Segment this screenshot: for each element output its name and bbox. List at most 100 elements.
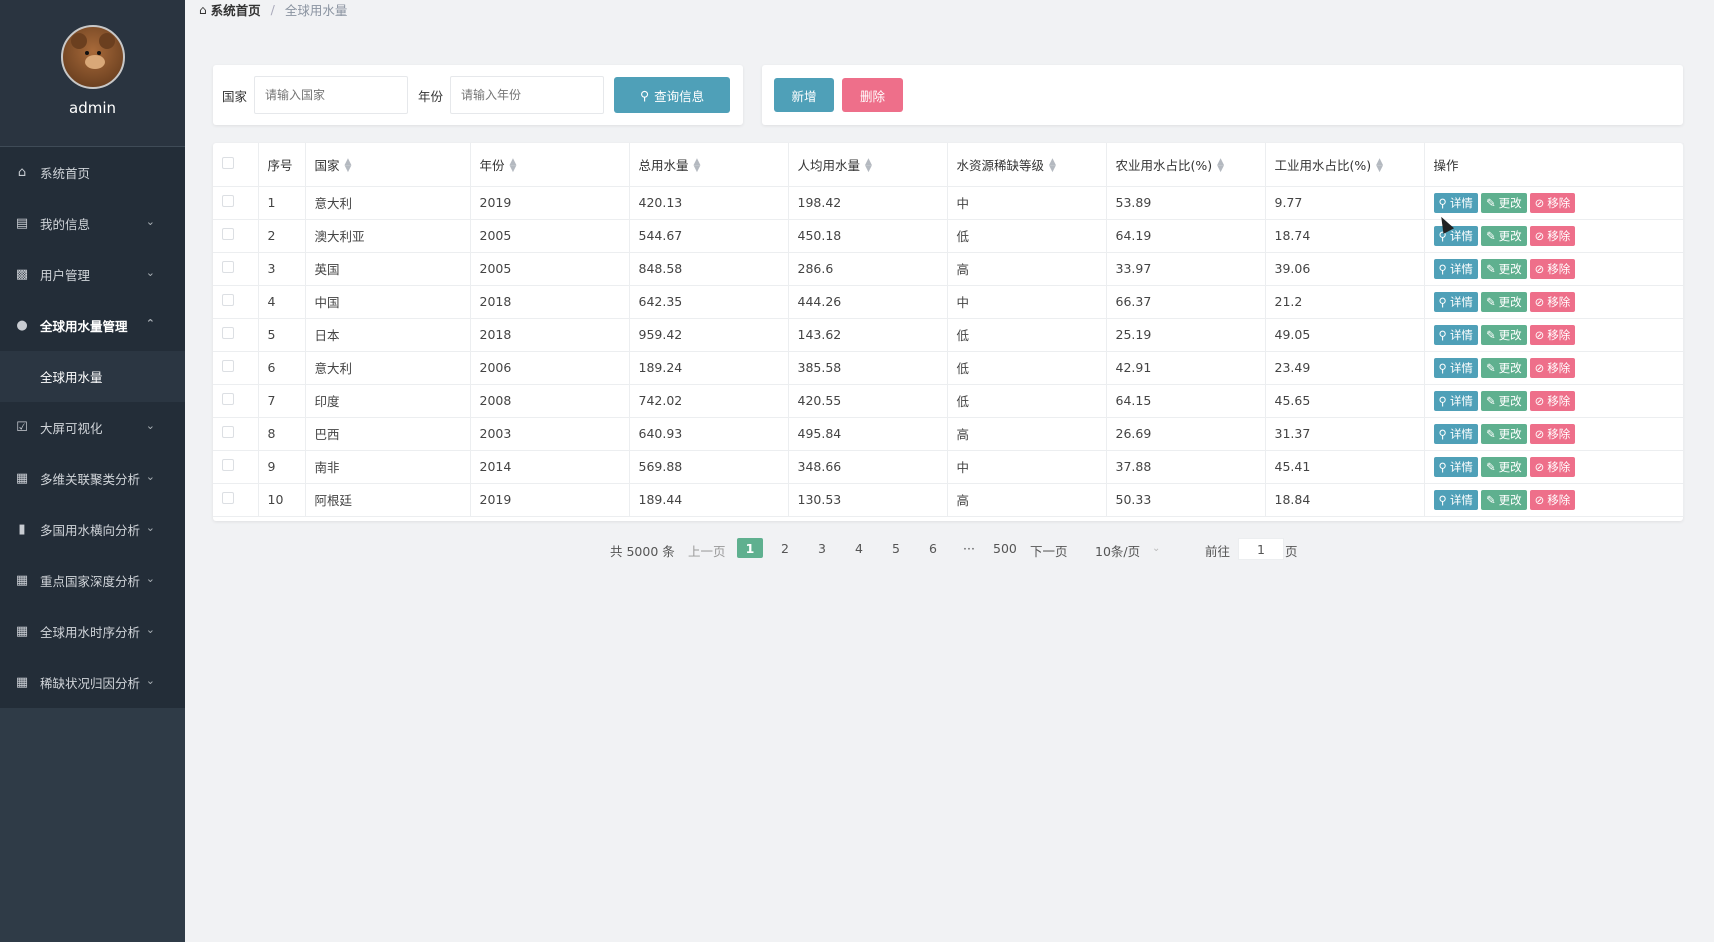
edit-button[interactable]: ✎ 更改 bbox=[1480, 390, 1527, 411]
select-all-cell bbox=[213, 143, 259, 187]
page-6-button[interactable]: 6 bbox=[929, 541, 937, 556]
row-checkbox[interactable] bbox=[222, 459, 234, 471]
detail-button[interactable]: ⚲ 详情 bbox=[1433, 423, 1478, 444]
edit-button[interactable]: ✎ 更改 bbox=[1480, 324, 1527, 345]
sidebar-item[interactable]: ▤ 我的信息 ⌄ bbox=[0, 198, 185, 249]
edit-button[interactable]: ✎ 更改 bbox=[1480, 357, 1527, 378]
edit-button[interactable]: ✎ 更改 bbox=[1480, 423, 1527, 444]
remove-button[interactable]: ⊘ 移除 bbox=[1529, 192, 1576, 213]
sidebar-item[interactable]: ▦ 多维关联聚类分析 ⌄ bbox=[0, 453, 185, 504]
edit-button[interactable]: ✎ 更改 bbox=[1480, 291, 1527, 312]
sidebar-subitem[interactable]: 全球用水量 bbox=[0, 351, 185, 402]
detail-button[interactable]: ⚲ 详情 bbox=[1433, 456, 1478, 477]
table-cell: 高 bbox=[947, 483, 1107, 517]
table-cell: 25.19 bbox=[1106, 318, 1266, 352]
delete-button[interactable]: 删除 bbox=[842, 78, 903, 112]
remove-button[interactable]: ⊘ 移除 bbox=[1529, 225, 1576, 246]
edit-button[interactable]: ✎ 更改 bbox=[1480, 456, 1527, 477]
detail-button[interactable]: ⚲ 详情 bbox=[1433, 192, 1478, 213]
table-cell: 英国 bbox=[305, 252, 471, 286]
column-header-label: 国家 bbox=[314, 157, 340, 173]
sort-icon[interactable]: ▲ ▼ bbox=[1376, 158, 1383, 174]
detail-button[interactable]: ⚲ 详情 bbox=[1433, 258, 1478, 279]
avatar[interactable] bbox=[60, 25, 125, 89]
table-row: 1 意大利 2019 420.13 198.42 中 53.89 9.77 ⚲ 详情 ✎ 更改 ⊘ 移除 bbox=[213, 186, 1684, 220]
grid-icon: ▦ bbox=[15, 624, 29, 639]
breadcrumb-home[interactable]: 系统首页 bbox=[211, 0, 261, 19]
remove-button[interactable]: ⊘ 移除 bbox=[1529, 489, 1576, 510]
search-button[interactable]: ⚲ 查询信息 bbox=[614, 77, 731, 113]
sidebar-item[interactable]: ▦ 全球用水时序分析 ⌄ bbox=[0, 606, 185, 657]
sort-icon[interactable]: ▲ ▼ bbox=[1049, 158, 1056, 174]
column-header[interactable]: 国家 ▲ ▼ bbox=[305, 143, 471, 187]
sort-icon[interactable]: ▲ ▼ bbox=[694, 158, 701, 174]
page-size-select[interactable]: 10条/页 bbox=[1095, 541, 1140, 560]
edit-button[interactable]: ✎ 更改 bbox=[1480, 258, 1527, 279]
column-header[interactable]: 水资源稀缺等级 ▲ ▼ bbox=[947, 143, 1107, 187]
breadcrumb-separator: / bbox=[270, 2, 275, 17]
column-header[interactable]: 农业用水占比(%) ▲ ▼ bbox=[1106, 143, 1266, 187]
pencil-icon: ✎ bbox=[1485, 195, 1496, 210]
page-5-button[interactable]: 5 bbox=[892, 541, 900, 556]
page-last-button[interactable]: 500 bbox=[993, 541, 1017, 556]
column-header[interactable]: 年份 ▲ ▼ bbox=[470, 143, 630, 187]
row-checkbox[interactable] bbox=[222, 294, 234, 306]
remove-button[interactable]: ⊘ 移除 bbox=[1529, 390, 1576, 411]
sidebar-item[interactable]: ▮ 多国用水横向分析 ⌄ bbox=[0, 504, 185, 555]
edit-button[interactable]: ✎ 更改 bbox=[1480, 192, 1527, 213]
edit-button-label: 更改 bbox=[1498, 492, 1522, 507]
row-checkbox[interactable] bbox=[222, 360, 234, 372]
column-header[interactable]: 人均用水量 ▲ ▼ bbox=[788, 143, 948, 187]
column-header[interactable]: 工业用水占比(%) ▲ ▼ bbox=[1265, 143, 1425, 187]
row-checkbox[interactable] bbox=[222, 261, 234, 273]
select-all-checkbox[interactable] bbox=[222, 156, 234, 169]
sort-icon[interactable]: ▲ ▼ bbox=[345, 158, 352, 174]
row-checkbox[interactable] bbox=[222, 195, 234, 207]
detail-button[interactable]: ⚲ 详情 bbox=[1433, 390, 1478, 411]
page-2-button[interactable]: 2 bbox=[781, 541, 789, 556]
remove-button[interactable]: ⊘ 移除 bbox=[1529, 357, 1576, 378]
row-checkbox[interactable] bbox=[222, 492, 234, 504]
edit-button[interactable]: ✎ 更改 bbox=[1480, 489, 1527, 510]
detail-button[interactable]: ⚲ 详情 bbox=[1433, 357, 1478, 378]
sort-icon[interactable]: ▲ ▼ bbox=[1217, 158, 1224, 174]
add-button[interactable]: 新增 bbox=[774, 78, 834, 112]
page-4-button[interactable]: 4 bbox=[855, 541, 863, 556]
sidebar-item[interactable]: ● 全球用水量管理 ⌃ bbox=[0, 300, 185, 351]
table-cell: 640.93 bbox=[629, 417, 789, 451]
detail-button[interactable]: ⚲ 详情 bbox=[1433, 291, 1478, 312]
page-1-button[interactable]: 1 bbox=[737, 538, 763, 558]
remove-button[interactable]: ⊘ 移除 bbox=[1529, 423, 1576, 444]
column-header-label: 操作 bbox=[1433, 157, 1459, 173]
sidebar-item[interactable]: ⌂ 系统首页 bbox=[0, 147, 185, 198]
sidebar-item[interactable]: ▦ 稀缺状况归因分析 ⌄ bbox=[0, 657, 185, 708]
goto-page-input[interactable]: 1 bbox=[1238, 538, 1284, 560]
sidebar-item[interactable]: ☑ 大屏可视化 ⌄ bbox=[0, 402, 185, 453]
row-checkbox[interactable] bbox=[222, 327, 234, 339]
row-checkbox[interactable] bbox=[222, 228, 234, 240]
sidebar-item[interactable]: ▦ 重点国家深度分析 ⌄ bbox=[0, 555, 185, 606]
prev-page-button[interactable]: 上一页 bbox=[688, 541, 726, 560]
row-checkbox[interactable] bbox=[222, 426, 234, 438]
detail-button[interactable]: ⚲ 详情 bbox=[1433, 324, 1478, 345]
remove-button[interactable]: ⊘ 移除 bbox=[1529, 324, 1576, 345]
column-header[interactable]: 总用水量 ▲ ▼ bbox=[629, 143, 789, 187]
pencil-icon: ✎ bbox=[1485, 228, 1496, 243]
sidebar-item[interactable]: ▩ 用户管理 ⌄ bbox=[0, 249, 185, 300]
row-actions-cell: ⚲ 详情 ✎ 更改 ⊘ 移除 bbox=[1424, 186, 1684, 220]
edit-button[interactable]: ✎ 更改 bbox=[1480, 225, 1527, 246]
page-3-button[interactable]: 3 bbox=[818, 541, 826, 556]
remove-button[interactable]: ⊘ 移除 bbox=[1529, 291, 1576, 312]
sort-icon[interactable]: ▲ ▼ bbox=[865, 158, 872, 174]
row-checkbox[interactable] bbox=[222, 393, 234, 405]
sort-icon[interactable]: ▲ ▼ bbox=[510, 158, 517, 174]
column-header-label: 人均用水量 bbox=[797, 157, 861, 173]
country-input[interactable] bbox=[254, 76, 409, 114]
next-page-button[interactable]: 下一页 bbox=[1030, 541, 1068, 560]
page-ellipsis[interactable]: ··· bbox=[963, 541, 975, 556]
remove-button[interactable]: ⊘ 移除 bbox=[1529, 456, 1576, 477]
detail-button[interactable]: ⚲ 详情 bbox=[1433, 489, 1478, 510]
table-cell: 33.97 bbox=[1106, 252, 1266, 286]
remove-button[interactable]: ⊘ 移除 bbox=[1529, 258, 1576, 279]
year-input[interactable] bbox=[450, 76, 605, 114]
